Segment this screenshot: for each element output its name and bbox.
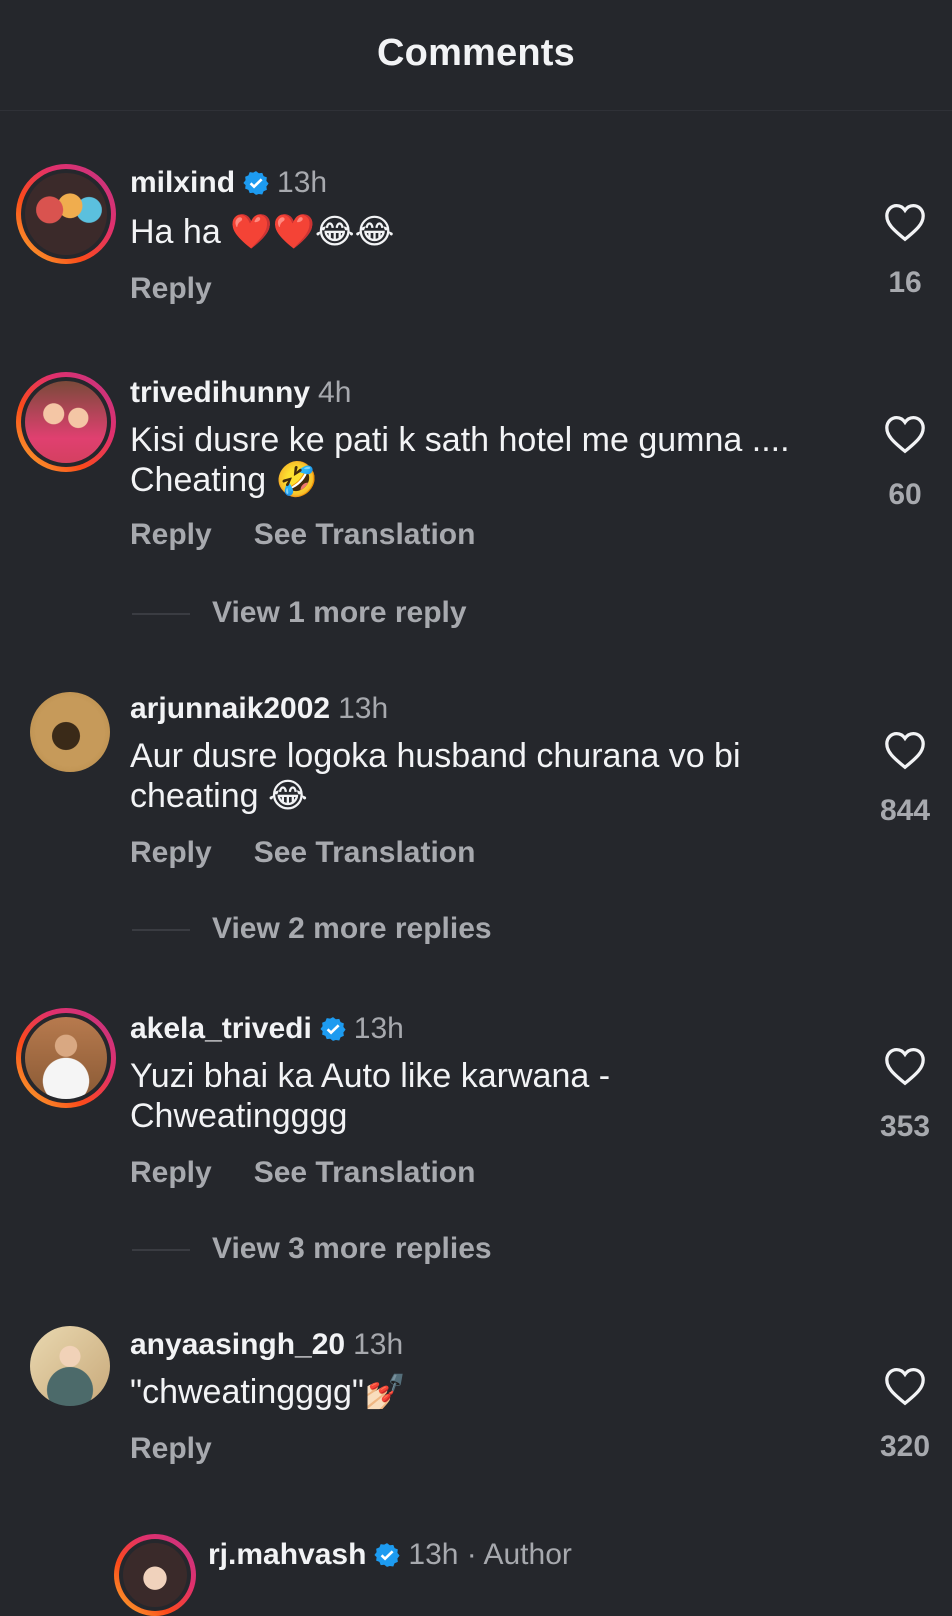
like-control: 16 (860, 202, 950, 300)
verified-badge-icon (374, 1543, 400, 1567)
heart-icon[interactable] (883, 1046, 927, 1086)
reply-button[interactable]: Reply (130, 1432, 212, 1465)
like-count: 60 (888, 478, 922, 511)
view-more-replies[interactable]: View 3 more replies (132, 1232, 492, 1266)
comment-text: Ha ha ❤️❤️😂😂 (130, 213, 395, 251)
comment-time: 13h (277, 166, 328, 199)
comment-username[interactable]: arjunnaik2002 (130, 692, 330, 725)
comment-time: 13h (338, 692, 389, 725)
like-control: 353 (860, 1046, 950, 1144)
avatar[interactable] (30, 1326, 110, 1406)
like-count: 16 (888, 266, 922, 299)
comment-time: 13h (353, 1328, 404, 1361)
divider (132, 1249, 190, 1252)
comment-username[interactable]: rj.mahvash (208, 1538, 366, 1571)
heart-icon[interactable] (883, 202, 927, 242)
see-translation-button[interactable]: See Translation (254, 836, 476, 869)
view-more-replies[interactable]: View 1 more reply (132, 596, 467, 630)
comment-text: Kisi dusre ke pati k sath hotel me gumna… (130, 421, 790, 499)
comments-header: Comments (0, 0, 952, 111)
view-more-label: View 3 more replies (212, 1232, 492, 1265)
like-control: 844 (860, 730, 950, 828)
see-translation-button[interactable]: See Translation (254, 1156, 476, 1189)
heart-icon[interactable] (883, 1366, 927, 1406)
like-count: 844 (879, 794, 931, 827)
like-count: 353 (879, 1110, 931, 1143)
reply-button[interactable]: Reply (130, 836, 212, 869)
comment-text: Yuzi bhai ka Auto like karwana - Chweati… (130, 1057, 611, 1135)
page-title: Comments (377, 32, 575, 74)
view-more-label: View 1 more reply (212, 596, 467, 629)
avatar[interactable] (16, 1008, 116, 1108)
view-more-label: View 2 more replies (212, 912, 492, 945)
avatar[interactable] (16, 164, 116, 264)
like-count: 320 (879, 1430, 931, 1463)
like-control: 320 (860, 1366, 950, 1464)
comment-username[interactable]: anyaasingh_20 (130, 1328, 345, 1361)
avatar[interactable] (30, 692, 110, 772)
avatar[interactable] (114, 1534, 196, 1616)
verified-badge-icon (243, 171, 269, 195)
heart-icon[interactable] (883, 730, 927, 770)
comment-time: 13h · Author (408, 1538, 572, 1571)
reply-button[interactable]: Reply (130, 1156, 212, 1189)
view-more-replies[interactable]: View 2 more replies (132, 912, 492, 946)
reply-button[interactable]: Reply (130, 518, 212, 551)
comment-time: 4h (318, 376, 352, 409)
comment-time: 13h (353, 1012, 404, 1045)
heart-icon[interactable] (883, 414, 927, 454)
comment-text: "chweatingggg"💅🏻 (130, 1373, 407, 1411)
comment-text: Aur dusre logoka husband churana vo bi c… (130, 737, 741, 815)
comment-username[interactable]: trivedihunny (130, 376, 310, 409)
comment-username[interactable]: milxind (130, 166, 235, 199)
comment-username[interactable]: akela_trivedi (130, 1012, 312, 1045)
verified-badge-icon (320, 1017, 346, 1041)
see-translation-button[interactable]: See Translation (254, 518, 476, 551)
avatar[interactable] (16, 372, 116, 472)
divider (132, 929, 190, 932)
reply-button[interactable]: Reply (130, 272, 212, 305)
divider (132, 613, 190, 616)
like-control: 60 (860, 414, 950, 512)
